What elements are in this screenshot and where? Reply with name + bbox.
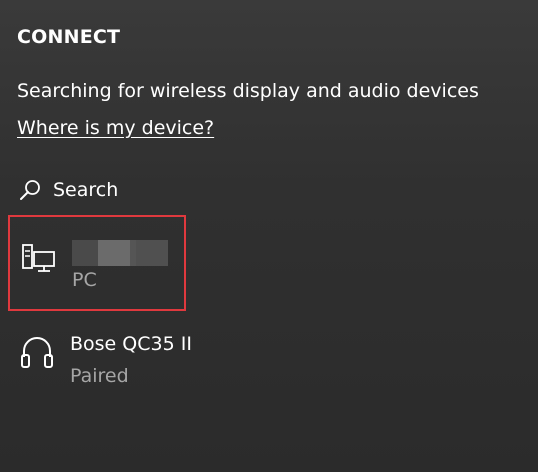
device-item-pc[interactable]: PC	[8, 215, 186, 311]
where-is-my-device-link[interactable]: Where is my device?	[17, 117, 214, 139]
device-name: Bose QC35 II	[70, 333, 192, 355]
search-status-text: Searching for wireless display and audio…	[17, 80, 479, 102]
pc-icon	[20, 241, 58, 279]
device-item-bose[interactable]: Bose QC35 II Paired	[8, 313, 192, 409]
search-button[interactable]: Search	[18, 176, 118, 204]
search-label: Search	[53, 179, 119, 201]
device-type-label: PC	[72, 269, 97, 291]
device-name-redacted	[72, 240, 168, 266]
headphones-icon	[18, 333, 56, 371]
search-icon	[18, 178, 42, 202]
device-status-label: Paired	[70, 365, 129, 387]
panel-title: CONNECT	[17, 26, 121, 48]
